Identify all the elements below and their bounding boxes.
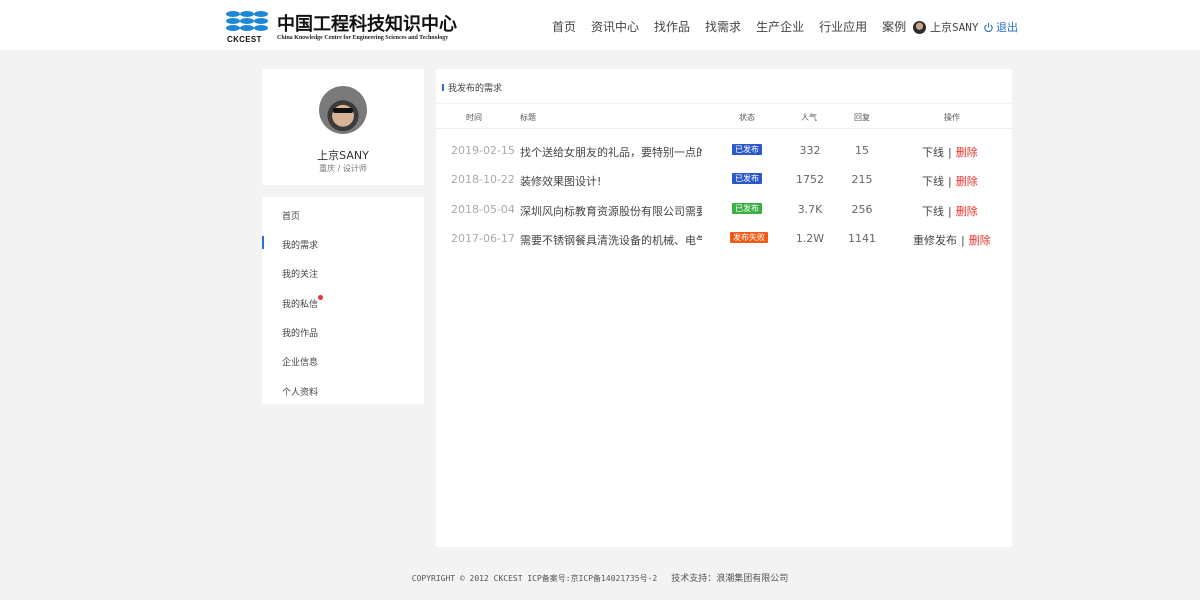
column-header-popularity: 人气	[801, 113, 817, 122]
table-row: 2018-10-22 装修效果图设计! 已发布 1752 215 下线 | 删除	[436, 165, 1012, 194]
nav-cases[interactable]: 案例	[882, 0, 906, 50]
offline-button[interactable]: 下线	[922, 205, 944, 218]
column-header-title: 标题	[520, 113, 536, 122]
sidebar-item-label: 我的私信	[282, 300, 319, 310]
unread-dot-icon	[318, 295, 323, 300]
top-header: CKCEST 中国工程科技知识中心 China Knowledge Centre…	[0, 0, 1200, 50]
offline-button[interactable]: 下线	[922, 175, 944, 188]
avatar[interactable]	[319, 86, 367, 134]
user-name: 上京SANY	[930, 21, 979, 34]
sidebar-item-company-info[interactable]: 企业信息	[262, 345, 424, 374]
row-actions: 下线 | 删除	[922, 203, 978, 219]
row-actions: 下线 | 删除	[922, 144, 978, 160]
tech-support-text: 技术支持：浪潮集团有限公司	[671, 574, 789, 584]
delete-button[interactable]: 删除	[956, 205, 978, 218]
copyright-text: COPYRIGHT © 2012 CKCEST ICP备案号:京ICP备1402…	[411, 574, 658, 583]
sidebar-menu: 首页 我的需求 我的关注 我的私信 我的作品 企业信息 个人资料	[262, 197, 424, 404]
avatar-glasses	[333, 108, 353, 113]
nav-home[interactable]: 首页	[552, 0, 576, 50]
footer: COPYRIGHT © 2012 CKCEST ICP备案号:京ICP备1402…	[0, 571, 1200, 584]
logo-subtitle: China Knowledge Centre for Engineering S…	[277, 35, 449, 41]
status-badge: 已发布	[732, 144, 762, 155]
logo-title: 中国工程科技知识中心	[277, 14, 457, 35]
column-header-status: 状态	[739, 113, 755, 122]
delete-button[interactable]: 删除	[956, 146, 978, 159]
logo-abbr: CKCEST	[227, 35, 262, 44]
row-time: 2018-05-04	[451, 203, 515, 216]
table-row: 2017-06-17 需要不锈钢餐具清洗设备的机械、电气... 发布失败 1.2…	[436, 224, 1012, 253]
profile-name: 上京SANY	[317, 149, 369, 162]
row-time: 2017-06-17	[451, 232, 515, 245]
delete-button[interactable]: 删除	[969, 234, 991, 247]
republish-button[interactable]: 重修发布	[913, 234, 957, 247]
row-title-link[interactable]: 深圳风向标教育资源股份有限公司需要...	[520, 203, 702, 219]
user-menu[interactable]: 上京SANY	[913, 19, 979, 35]
sidebar-item-my-demands[interactable]: 我的需求	[262, 228, 424, 257]
row-popularity: 332	[799, 144, 821, 157]
column-header-time: 时间	[466, 113, 482, 122]
row-title-link[interactable]: 需要不锈钢餐具清洗设备的机械、电气...	[520, 232, 702, 248]
sidebar-item-my-messages[interactable]: 我的私信	[262, 287, 424, 316]
delete-button[interactable]: 删除	[956, 175, 978, 188]
demands-panel: 我发布的需求 时间 标题 状态 人气 回复 操作 2019-02-15 找个送给…	[436, 69, 1012, 547]
row-replies: 1141	[848, 232, 876, 245]
sidebar-item-label: 企业信息	[282, 358, 319, 368]
row-title-link[interactable]: 找个送给女朋友的礼品，要特别一点的!	[520, 144, 702, 160]
offline-button[interactable]: 下线	[922, 146, 944, 159]
main-nav: 首页 资讯中心 找作品 找需求 生产企业 行业应用 案例	[552, 0, 921, 50]
action-separator: |	[948, 175, 952, 188]
row-time: 2018-10-22	[451, 173, 515, 186]
nav-news[interactable]: 资讯中心	[591, 0, 639, 50]
action-separator: |	[961, 234, 965, 247]
row-actions: 下线 | 删除	[922, 173, 978, 189]
power-icon	[984, 22, 993, 32]
divider	[436, 128, 1012, 129]
status-badge: 已发布	[732, 173, 762, 184]
sidebar-item-my-follows[interactable]: 我的关注	[262, 257, 424, 286]
sidebar-item-label: 首页	[282, 212, 301, 222]
action-separator: |	[948, 205, 952, 218]
nav-find-works[interactable]: 找作品	[654, 0, 690, 50]
avatar	[913, 20, 926, 34]
profile-subtitle: 重庆 / 设计师	[319, 164, 367, 173]
sidebar-item-label: 个人资料	[282, 388, 319, 398]
sidebar-item-home[interactable]: 首页	[262, 199, 424, 228]
sidebar-item-profile[interactable]: 个人资料	[262, 375, 424, 404]
row-replies: 215	[851, 173, 873, 186]
row-popularity: 1752	[796, 173, 824, 186]
action-separator: |	[948, 146, 952, 159]
nav-industry-apps[interactable]: 行业应用	[819, 0, 867, 50]
status-badge: 发布失败	[730, 232, 768, 243]
site-logo[interactable]: CKCEST 中国工程科技知识中心 China Knowledge Centre…	[225, 10, 457, 44]
row-replies: 15	[855, 144, 869, 157]
panel-title: 我发布的需求	[442, 81, 502, 94]
sidebar-item-label: 我的需求	[282, 241, 319, 251]
profile-card: 上京SANY 重庆 / 设计师	[262, 69, 424, 185]
row-actions: 重修发布 | 删除	[913, 232, 991, 248]
table-row: 2019-02-15 找个送给女朋友的礼品，要特别一点的! 已发布 332 15…	[436, 136, 1012, 165]
row-popularity: 1.2W	[795, 232, 825, 245]
row-title-link[interactable]: 装修效果图设计!	[520, 173, 702, 189]
divider	[436, 103, 1012, 104]
column-header-replies: 回复	[854, 113, 870, 122]
logout-label: 退出	[996, 21, 1018, 34]
nav-manufacturers[interactable]: 生产企业	[756, 0, 804, 50]
nav-find-demands[interactable]: 找需求	[705, 0, 741, 50]
sidebar-item-label: 我的作品	[282, 329, 319, 339]
row-popularity: 3.7K	[797, 203, 823, 216]
row-replies: 256	[851, 203, 873, 216]
table-row: 2018-05-04 深圳风向标教育资源股份有限公司需要... 已发布 3.7K…	[436, 195, 1012, 224]
row-time: 2019-02-15	[451, 144, 515, 157]
sidebar-item-my-works[interactable]: 我的作品	[262, 316, 424, 345]
column-header-actions: 操作	[944, 113, 960, 122]
logout-button[interactable]: 退出	[983, 19, 1018, 35]
sidebar-item-label: 我的关注	[282, 270, 319, 280]
status-badge: 已发布	[732, 203, 762, 214]
